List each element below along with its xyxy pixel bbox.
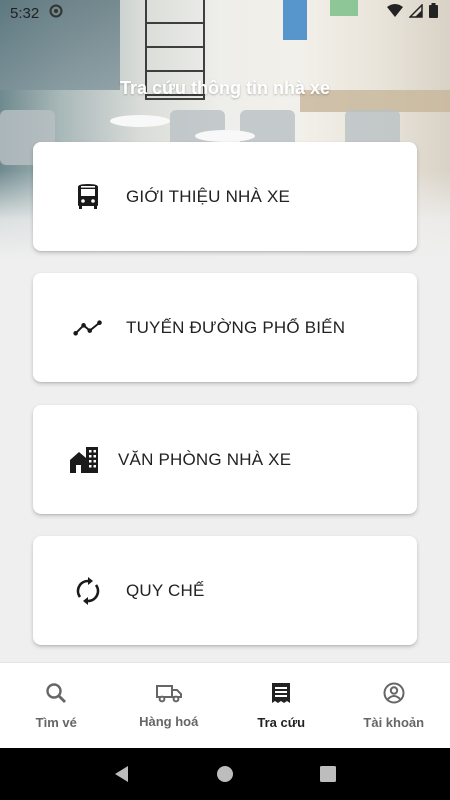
menu-item-label: QUY CHẾ <box>126 580 205 600</box>
page-title: Tra cứu thông tin nhà xe <box>119 78 331 98</box>
menu-item-popular-routes[interactable]: TUYẾN ĐƯỜNG PHỔ BIẾN <box>33 273 417 382</box>
status-time: 5:32 <box>10 4 40 22</box>
search-icon <box>45 682 67 709</box>
nav-tab-label: Tra cứu <box>257 714 306 730</box>
back-icon[interactable] <box>102 754 142 794</box>
photo-table <box>195 130 255 142</box>
menu-item-company-intro[interactable]: GIỚI THIỆU NHÀ XE <box>33 142 417 251</box>
bus-icon <box>73 182 103 212</box>
nav-tab-label: Tìm vé <box>35 714 77 730</box>
menu-item-label: TUYẾN ĐƯỜNG PHỔ BIẾN <box>126 317 346 337</box>
nav-tab-search-tickets[interactable]: Tìm vé <box>0 663 113 748</box>
nav-tab-cargo[interactable]: Hàng hoá <box>113 663 226 748</box>
nav-tab-label: Hàng hoá <box>139 713 199 729</box>
menu-item-label: VĂN PHÒNG NHÀ XE <box>118 449 292 469</box>
recents-icon[interactable] <box>308 754 348 794</box>
home-icon[interactable] <box>205 754 245 794</box>
wifi-icon <box>387 3 403 23</box>
menu-item-label: GIỚI THIỆU NHÀ XE <box>126 186 291 206</box>
photo-table <box>110 115 170 127</box>
nav-tab-label: Tài khoản <box>363 714 425 730</box>
receipt-icon <box>271 682 291 709</box>
menu-item-regulations[interactable]: QUY CHẾ <box>33 536 417 645</box>
nav-tab-lookup[interactable]: Tra cứu <box>225 663 338 748</box>
system-navigation-bar <box>0 748 450 800</box>
account-icon <box>383 682 405 709</box>
truck-icon <box>155 683 182 708</box>
nav-tab-account[interactable]: Tài khoản <box>338 663 450 748</box>
signal-icon <box>408 2 423 23</box>
status-bar: 5:32 <box>0 0 450 26</box>
bottom-navigation: Tìm vé Hàng hoá Tra cứu Tài khoản <box>0 662 450 748</box>
notification-icon <box>49 4 63 22</box>
route-trend-icon <box>73 313 103 343</box>
battery-icon <box>429 3 438 23</box>
sync-icon <box>73 576 103 606</box>
menu-item-offices[interactable]: VĂN PHÒNG NHÀ XE <box>33 405 417 514</box>
office-building-icon <box>69 445 99 475</box>
